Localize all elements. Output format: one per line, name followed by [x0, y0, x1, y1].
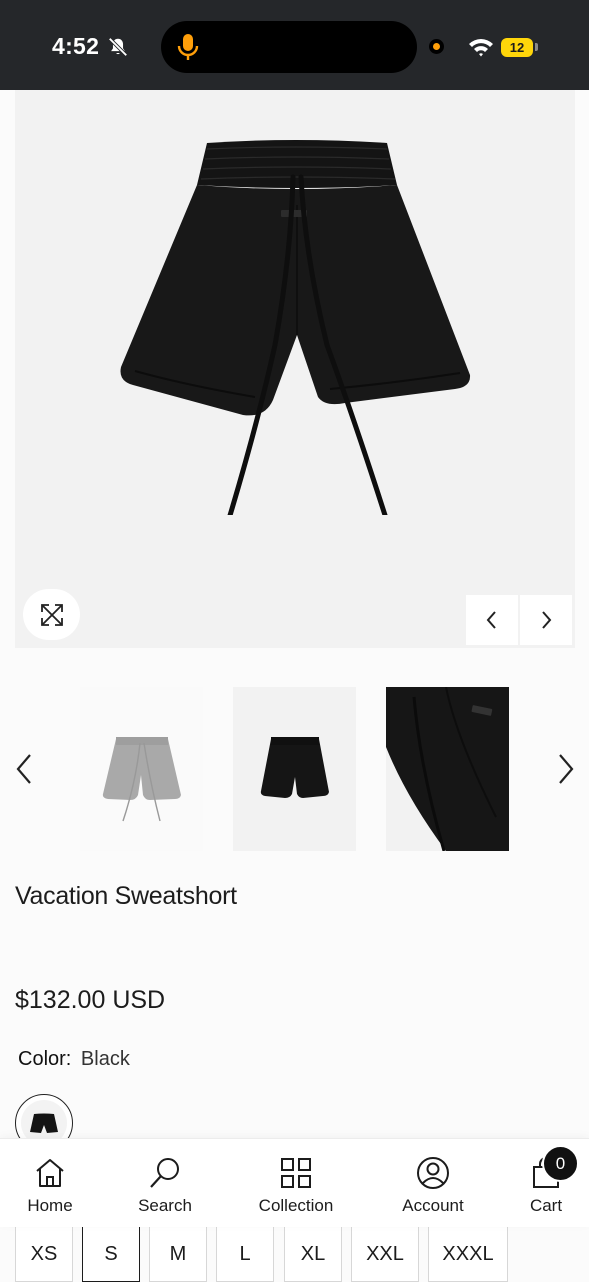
size-option-l[interactable]: L	[216, 1226, 274, 1282]
product-main-image[interactable]	[15, 90, 575, 648]
nav-account-label: Account	[402, 1196, 464, 1215]
color-value: Black	[80, 1048, 130, 1070]
nav-cart-label: Cart	[529, 1196, 563, 1215]
product-price: $132.00 USD	[15, 986, 166, 1014]
nav-home[interactable]: Home	[10, 1139, 90, 1227]
battery-cap	[535, 43, 538, 51]
thumbnail-next-button[interactable]	[552, 752, 580, 786]
dynamic-island	[161, 21, 417, 73]
user-circle-icon	[417, 1157, 449, 1189]
search-icon	[150, 1158, 179, 1188]
thumbnail-3[interactable]	[386, 687, 509, 851]
expand-image-button[interactable]	[23, 589, 80, 640]
home-icon	[36, 1159, 64, 1187]
size-option-xxl[interactable]: XXL	[351, 1226, 419, 1282]
status-time: 4:52	[52, 33, 100, 59]
color-label: Color:	[18, 1048, 72, 1070]
hero-prev-button[interactable]	[466, 595, 518, 645]
mic-icon	[177, 34, 199, 60]
battery-icon: 12	[501, 38, 533, 57]
nav-search[interactable]: Search	[125, 1139, 205, 1227]
size-option-xs[interactable]: XS	[15, 1226, 73, 1282]
nav-collection[interactable]: Collection	[247, 1139, 345, 1227]
size-option-m[interactable]: M	[149, 1226, 207, 1282]
hero-next-button[interactable]	[520, 595, 572, 645]
product-title: Vacation Sweatshort	[15, 882, 237, 910]
size-option-xxxl[interactable]: XXXL	[428, 1226, 508, 1282]
black-shorts-thumbnail	[260, 737, 329, 798]
bell-slash-icon	[108, 37, 128, 57]
nav-home-label: Home	[27, 1196, 73, 1215]
grid-icon	[281, 1158, 311, 1188]
nav-search-label: Search	[138, 1196, 192, 1215]
chevron-right-icon	[542, 611, 552, 629]
size-option-xl[interactable]: XL	[284, 1226, 342, 1282]
cart-count-badge: 0	[542, 1145, 579, 1182]
thumbnail-2[interactable]	[233, 687, 356, 851]
status-bar: 4:52 12	[0, 0, 589, 90]
thumbnail-1[interactable]	[80, 687, 203, 851]
nav-account[interactable]: Account	[392, 1139, 474, 1227]
wifi-icon	[469, 39, 493, 57]
shorts-closeup-thumbnail	[386, 687, 509, 851]
chevron-left-icon	[486, 611, 496, 629]
size-option-s[interactable]: S	[82, 1226, 140, 1282]
recording-indicator-dot	[429, 39, 444, 54]
nav-collection-label: Collection	[258, 1196, 334, 1215]
thumbnail-prev-button[interactable]	[10, 752, 38, 786]
shorts-illustration	[120, 140, 471, 515]
color-row: Color: Black	[18, 1048, 130, 1071]
expand-icon	[40, 603, 63, 626]
grey-shorts-thumbnail	[102, 737, 181, 822]
bottom-nav: Home Search Collection Account Cart	[0, 1138, 589, 1227]
